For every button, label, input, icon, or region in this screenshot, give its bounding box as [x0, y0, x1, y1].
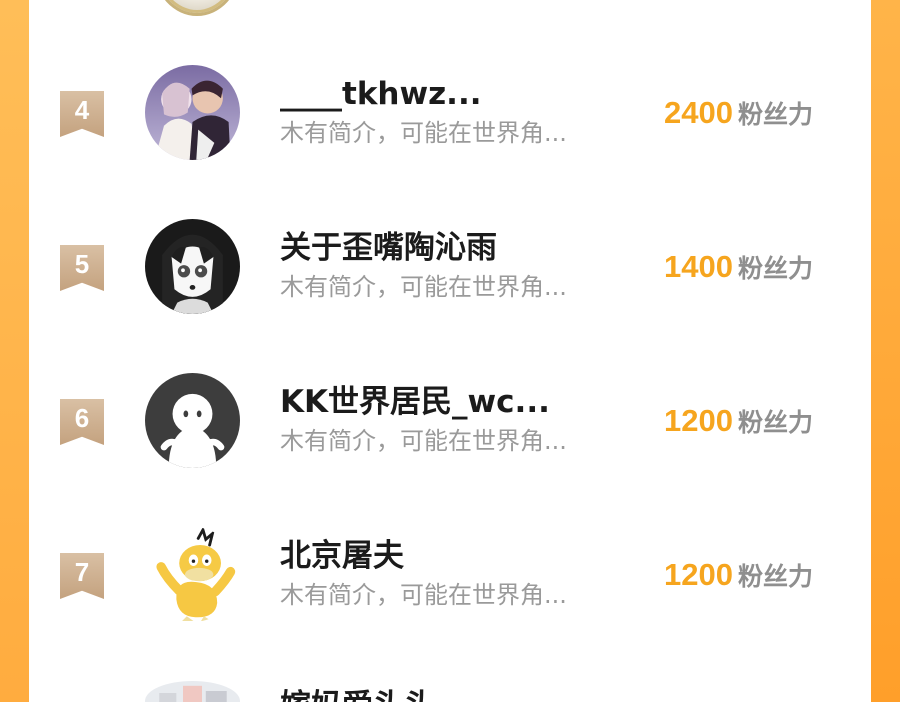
- rank-badge: 4: [60, 91, 104, 137]
- leaderboard-row-5[interactable]: 5 关于歪嘴陶沁雨 木有简介，可能在世界角... 1400 粉丝力: [0, 204, 900, 324]
- fan-power-score: 1200: [664, 403, 733, 438]
- user-bio: 木有简介，可能在世界角...: [280, 119, 567, 147]
- user-name[interactable]: 关于歪嘴陶沁雨: [280, 228, 640, 268]
- user-name[interactable]: 北京屠夫: [280, 536, 640, 576]
- user-name[interactable]: ____tkhwz...: [280, 74, 640, 114]
- user-bio: 木有简介，可能在世界角...: [280, 581, 567, 609]
- rank-badge: 7: [60, 553, 104, 599]
- fan-power-score: 2400: [664, 95, 733, 130]
- fan-power-label: 粉丝力: [738, 100, 814, 129]
- rank-badge: 6: [60, 399, 104, 445]
- psyduck-avatar[interactable]: [145, 527, 240, 622]
- fan-power-label: 粉丝力: [738, 408, 814, 437]
- fan-power-score: 1400: [664, 249, 733, 284]
- leaderboard-row-4[interactable]: 4 ____tkhwz... 木有简介，可能在世界角... 2400 粉丝力: [0, 50, 900, 170]
- default-ghost-avatar[interactable]: [145, 373, 240, 468]
- fan-power-score: 1200: [664, 557, 733, 592]
- photo-avatar-partial[interactable]: [145, 681, 240, 702]
- anime-girl-avatar[interactable]: [145, 219, 240, 314]
- rank-badge: 5: [60, 245, 104, 291]
- leaderboard-row-7[interactable]: 7 北京屠夫 木有简介，可能在世界角... 1200 粉丝力: [0, 512, 900, 632]
- user-bio: 木有简介，可能在世界角...: [280, 273, 567, 301]
- user-name[interactable]: 嫁妈爱头头: [280, 686, 640, 702]
- fan-power-label: 粉丝力: [738, 562, 814, 591]
- anime-couple-avatar[interactable]: [145, 65, 240, 160]
- fan-power-label: 粉丝力: [738, 254, 814, 283]
- user-name[interactable]: KK世界居民_wc...: [280, 382, 640, 422]
- leaderboard-row-8-partial[interactable]: 嫁妈爱头头: [0, 666, 900, 702]
- leaderboard-row-6[interactable]: 6 KK世界居民_wc... 木有简介，可能在世界角... 1200 粉丝力: [0, 358, 900, 478]
- user-bio: 木有简介，可能在世界角...: [280, 427, 567, 455]
